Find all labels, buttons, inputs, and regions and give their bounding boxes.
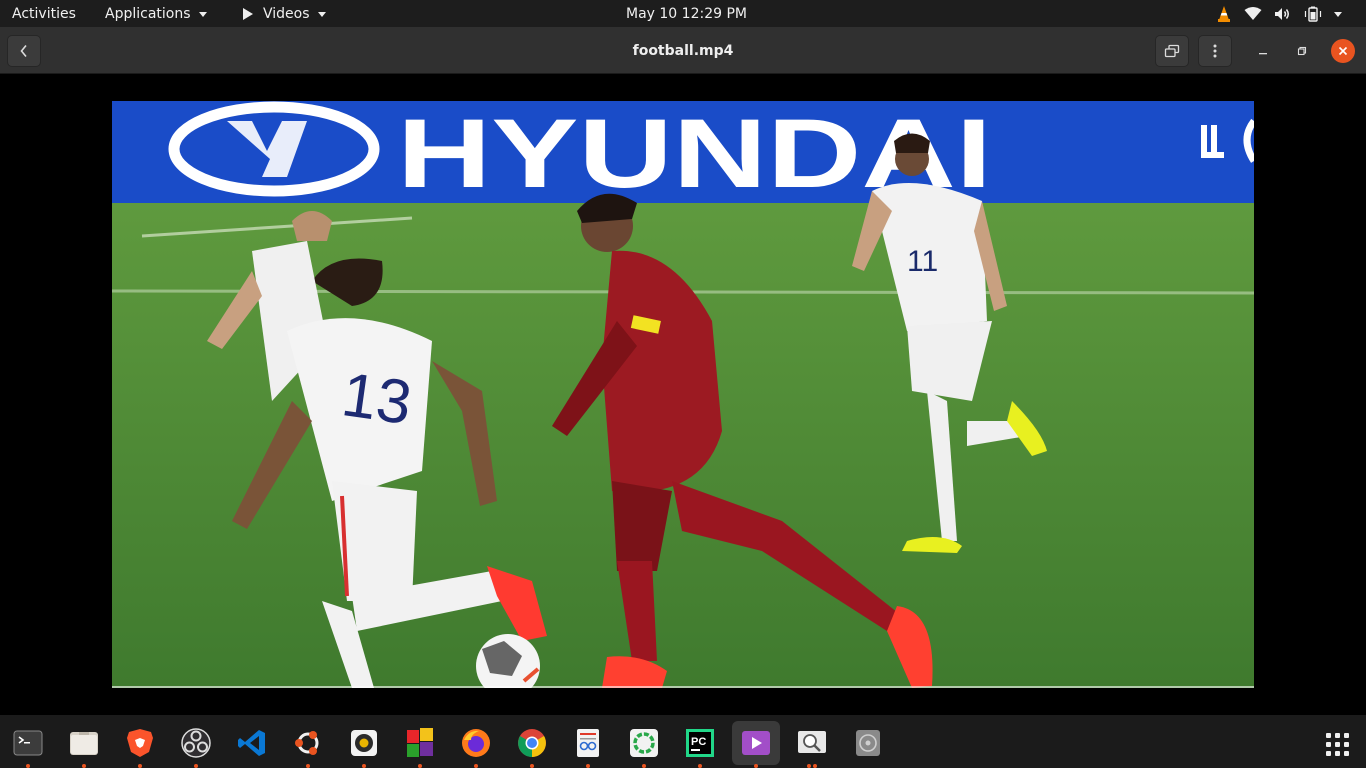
jersey-number: 13 [338, 360, 416, 438]
kebab-menu-icon [1213, 44, 1217, 58]
dock: PC [0, 715, 1366, 768]
minimize-icon [1259, 53, 1267, 55]
dock-ubuntu-software[interactable] [284, 721, 332, 768]
activities-button[interactable]: Activities [12, 0, 76, 27]
terminal-icon [13, 730, 43, 756]
dock-disk-utility[interactable] [844, 721, 892, 765]
running-indicator [698, 764, 702, 768]
popout-button[interactable] [1155, 35, 1189, 67]
video-frame[interactable]: HYUNDAI 11 13 [112, 101, 1254, 688]
ubuntu-software-icon [295, 731, 319, 755]
brave-icon [127, 729, 153, 757]
dock-videos[interactable] [732, 721, 780, 768]
applications-menu[interactable]: Applications [105, 0, 207, 27]
dock-document-viewer[interactable] [564, 721, 612, 768]
dock-colorful-app[interactable] [396, 721, 444, 768]
colorful-grid-icon [407, 728, 433, 757]
dock-files[interactable] [60, 721, 108, 768]
running-indicator [530, 764, 534, 768]
dock-obs[interactable] [172, 721, 220, 768]
running-indicator [754, 764, 758, 768]
svg-text:PC: PC [691, 736, 706, 748]
back-button[interactable] [7, 35, 41, 67]
maximize-icon [1297, 46, 1307, 56]
dock-pycharm[interactable]: PC [676, 721, 724, 768]
running-indicator [418, 764, 422, 768]
obs-studio-icon [181, 728, 211, 758]
dock-terminal[interactable] [4, 721, 52, 768]
videos-menu-label: Videos [263, 5, 310, 22]
videos-icon [742, 731, 770, 755]
chevron-left-icon [20, 44, 27, 58]
play-icon [243, 7, 253, 20]
running-indicator [362, 764, 366, 768]
chevron-down-icon [198, 12, 207, 17]
vlc-icon[interactable] [1216, 0, 1232, 27]
running-indicator [807, 764, 811, 768]
header-bar: football.mp4 [0, 27, 1366, 74]
disk-utility-icon [856, 730, 880, 756]
menu-button[interactable] [1198, 35, 1232, 67]
running-indicator [586, 764, 590, 768]
dock-chrome[interactable] [508, 721, 556, 768]
running-indicator [26, 764, 30, 768]
minimize-button[interactable] [1251, 39, 1275, 63]
dock-vscode[interactable] [228, 721, 276, 765]
document-viewer-icon [577, 729, 599, 757]
rhythmbox-icon [351, 730, 377, 756]
show-applications-button[interactable] [1322, 729, 1352, 759]
running-indicator [138, 764, 142, 768]
close-icon [1338, 46, 1348, 56]
dock-rhythmbox[interactable] [340, 721, 388, 768]
chevron-down-icon [317, 12, 326, 17]
dock-firefox[interactable] [452, 721, 500, 768]
volume-icon[interactable] [1274, 0, 1292, 27]
dock-brave[interactable] [116, 721, 164, 768]
grid-icon [1325, 732, 1331, 738]
pycharm-icon: PC [686, 729, 714, 757]
circle-app-icon [630, 729, 658, 757]
vscode-icon [238, 730, 265, 756]
chrome-icon [518, 729, 546, 757]
firefox-icon [462, 729, 490, 757]
running-indicator [474, 764, 478, 768]
popout-icon [1164, 44, 1180, 58]
running-indicator [306, 764, 310, 768]
power-menu-icon[interactable] [1334, 0, 1342, 27]
dock-circle-app[interactable] [620, 721, 668, 768]
running-indicator [642, 764, 646, 768]
close-button[interactable] [1331, 39, 1355, 63]
system-tray[interactable] [1216, 0, 1342, 27]
top-bar: Activities Applications Videos May 10 12… [0, 0, 1366, 27]
running-indicator [194, 764, 198, 768]
dock-image-viewer[interactable] [788, 721, 836, 768]
running-indicator [82, 764, 86, 768]
files-icon [70, 732, 98, 755]
battery-icon[interactable] [1304, 0, 1322, 27]
svg-text:11: 11 [907, 245, 938, 278]
applications-label: Applications [105, 5, 191, 22]
maximize-button[interactable] [1290, 39, 1314, 63]
clock[interactable]: May 10 12:29 PM [626, 0, 747, 27]
wifi-icon[interactable] [1244, 0, 1262, 27]
image-viewer-icon [798, 731, 826, 753]
video-area[interactable]: HYUNDAI 11 13 [0, 74, 1366, 715]
chevron-down-icon [1334, 12, 1342, 17]
video-still: HYUNDAI 11 13 [112, 101, 1254, 688]
videos-app-menu[interactable]: Videos [243, 0, 326, 27]
